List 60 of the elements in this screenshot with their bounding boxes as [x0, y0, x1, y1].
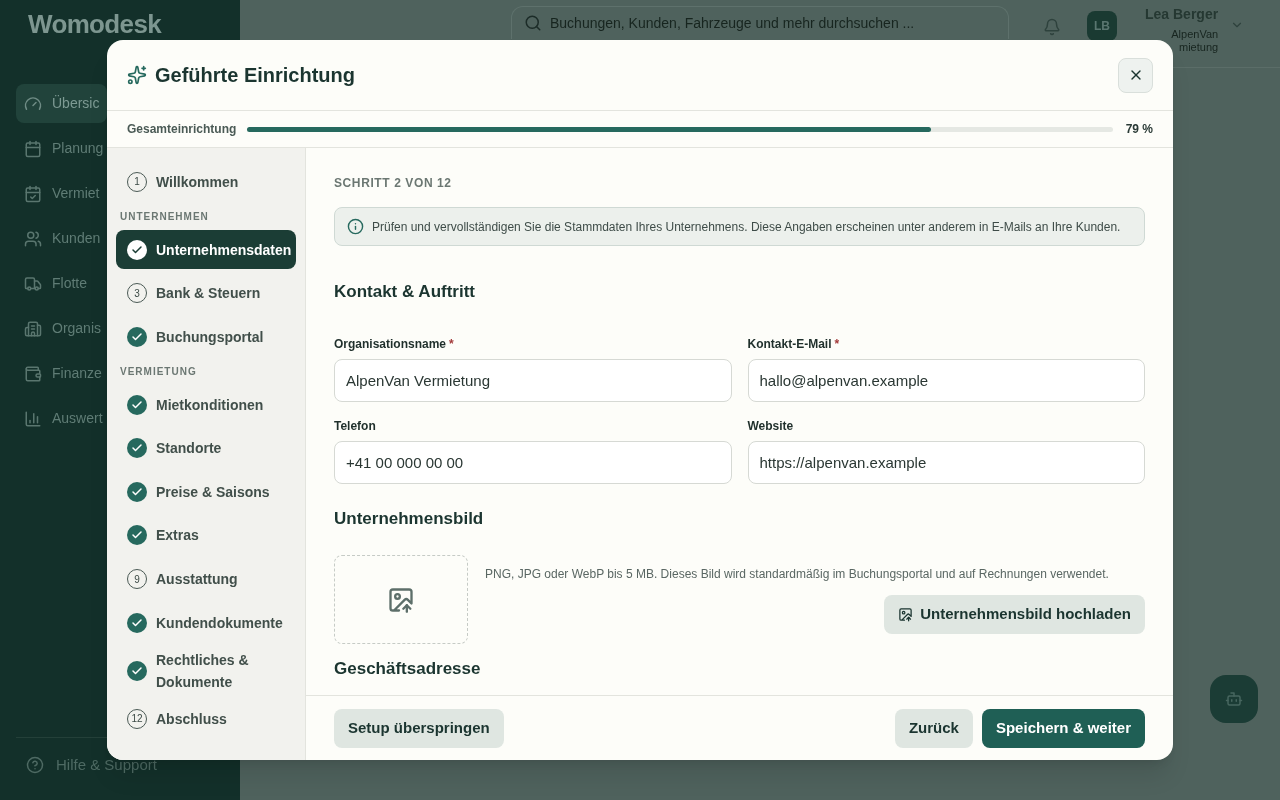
section-heading: Geschäftsadresse [334, 658, 482, 680]
step-item[interactable]: Unternehmensdaten [116, 230, 296, 269]
field-label: Organisationsname [334, 335, 447, 353]
bell-icon [1043, 18, 1061, 36]
building-icon [24, 319, 42, 338]
calendar-icon [24, 139, 42, 158]
image-hint: PNG, JPG oder WebP bis 5 MB. Dieses Bild wird standardmäßig im Buchungsportal und auf Rechnungen verwendet. [485, 566, 1109, 583]
wallet-icon [24, 364, 42, 383]
required-mark: * [834, 335, 840, 353]
users-icon [24, 229, 42, 248]
info-icon [347, 218, 364, 235]
field-label: Kontakt-E-Mail [747, 335, 832, 353]
step-item[interactable]: Standorte [116, 428, 296, 468]
section-heading: Kontakt & Auftritt [334, 281, 476, 303]
bar-chart-icon [24, 409, 42, 428]
dialog-title: Geführte Einrichtung [155, 63, 355, 88]
image-dropzone[interactable] [334, 555, 468, 644]
sparkles-icon [127, 65, 147, 85]
nav-item[interactable]: Übersic [16, 84, 107, 123]
progress-label: Gesamteinrichtung [127, 121, 237, 138]
save-next-button[interactable]: Speichern & weiter [981, 708, 1145, 748]
text-field[interactable]: +41 00 000 00 00 [334, 440, 732, 484]
back-button[interactable]: Zurück [894, 708, 973, 748]
close-button[interactable] [1118, 57, 1153, 93]
step-group-heading: UNTERNEHMEN [119, 210, 210, 224]
step-group-heading: VERMIETUNG [119, 365, 198, 380]
field-label: Telefon [334, 417, 376, 435]
step-item[interactable]: 9 Ausstattung [116, 559, 296, 599]
required-mark: * [449, 335, 454, 353]
robot-icon [1225, 690, 1243, 708]
progress-reading: 79 % [1125, 121, 1153, 138]
step-item[interactable]: Extras [116, 515, 296, 555]
text-field[interactable]: hallo@alpenvan.example [747, 358, 1145, 402]
section-heading: Unternehmensbild [334, 507, 485, 530]
field-label: Website [747, 417, 794, 435]
skip-button[interactable]: Setup überspringen [334, 708, 504, 748]
truck-icon [24, 274, 42, 293]
step-item[interactable]: Buchungsportal [116, 317, 296, 357]
org-name: AlpenVan [1171, 27, 1219, 42]
step-item[interactable]: Preise & Saisons [116, 472, 296, 512]
image-upload-icon [387, 585, 415, 614]
step-caption: SCHRITT 2 VON 12 [334, 175, 453, 192]
org-name: mietung [1179, 41, 1219, 55]
step-item[interactable]: 1 Willkommen [116, 162, 296, 201]
logo: Womodesk [28, 11, 161, 37]
info-banner: Prüfen und vervollständigen Sie die Stammdaten Ihres Unternehmens. Diese Angaben erscheinen unter anderem in E-Mails an Ihre Kunden. [334, 207, 1145, 246]
text-field[interactable]: AlpenVan Vermietung [334, 358, 732, 402]
search-icon [524, 14, 542, 32]
step-item[interactable]: Kundendokumente [116, 603, 296, 643]
text-field[interactable]: https://alpenvan.example [747, 440, 1145, 484]
help-icon [26, 755, 44, 774]
calendar-check-icon [24, 184, 42, 203]
step-item[interactable]: Mietkonditionen [116, 385, 296, 425]
gauge-icon [24, 94, 42, 113]
step-item[interactable]: 12 Abschluss [116, 699, 296, 739]
upload-button[interactable]: Unternehmensbild hochladen [884, 595, 1145, 634]
step-item[interactable]: Rechtliches & Dokumente [116, 646, 296, 695]
step-item[interactable]: 3 Bank & Steuern [116, 273, 296, 313]
image-upload-icon [898, 607, 914, 622]
assistant-button[interactable] [1210, 675, 1258, 723]
